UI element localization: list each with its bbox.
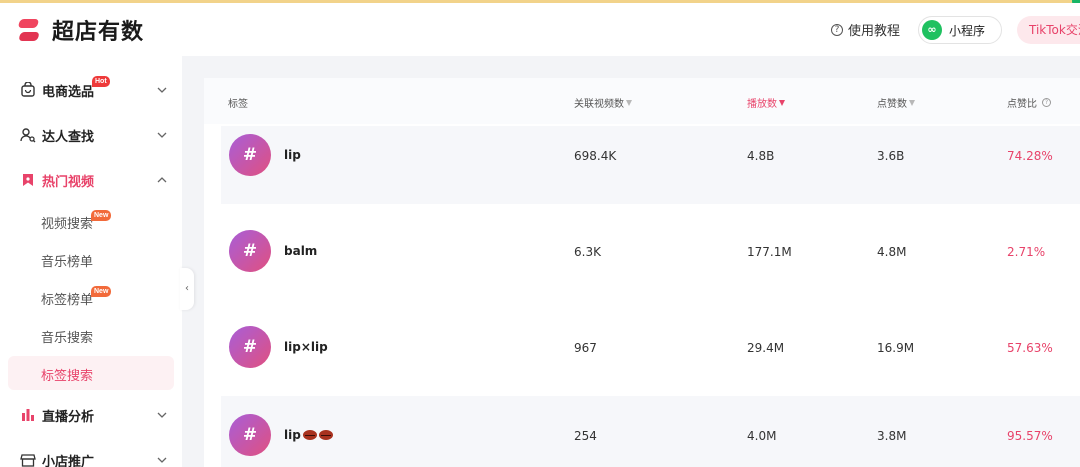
likes-value: 3.6B — [877, 149, 905, 163]
related-videos-value: 698.4K — [574, 149, 617, 163]
tutorial-label: 使用教程 — [848, 24, 901, 39]
sort-desc-icon — [626, 99, 632, 106]
column-header-related-videos[interactable]: 关联视频数 — [574, 95, 632, 110]
column-header-tag: 标签 — [228, 99, 248, 110]
sidebar: 电商选品 Hot 达人查找 热门视频 视频搜索 New 音乐榜单 标签榜单 Ne… — [0, 56, 182, 467]
tiktok-group-label: TikTok交流 — [1029, 23, 1080, 37]
sidebar-subitem-music-chart[interactable]: 音乐榜单 — [8, 242, 174, 276]
hashtag-icon: # — [229, 134, 271, 176]
related-videos-value: 254 — [574, 429, 597, 443]
tag-name[interactable]: lip — [284, 428, 333, 442]
sidebar-item-label: 直播分析 — [42, 409, 95, 425]
new-badge: New — [91, 210, 112, 221]
logo-icon — [18, 19, 39, 41]
top-header: 超店有数 ? 使用教程 ∞ 小程序 TikTok交流 — [0, 3, 1080, 56]
like-ratio-value: 95.57% — [1007, 429, 1053, 443]
sidebar-subitem-label: 标签搜索 — [41, 369, 94, 384]
sidebar-subitem-music-search[interactable]: 音乐搜索 — [8, 318, 174, 352]
hashtag-icon: # — [229, 414, 271, 456]
likes-value: 3.8M — [877, 429, 907, 443]
tutorial-link[interactable]: ? 使用教程 — [831, 20, 900, 39]
chevron-down-icon — [157, 87, 167, 93]
sidebar-subitem-tag-search[interactable]: 标签搜索 — [8, 356, 174, 390]
like-ratio-value: 74.28% — [1007, 149, 1053, 163]
plays-value: 177.1M — [747, 245, 792, 259]
chevron-down-icon — [157, 132, 167, 138]
sidebar-subitem-tag-chart[interactable]: 标签榜单 New — [8, 280, 174, 314]
sidebar-collapse-button[interactable]: ‹ — [180, 268, 194, 310]
mini-program-button[interactable]: ∞ 小程序 — [918, 16, 1002, 44]
table-row[interactable]: # lip×lip 967 29.4M 16.9M 57.63% — [221, 310, 1080, 388]
bar-chart-icon — [22, 409, 34, 421]
shopping-bag-icon — [21, 82, 35, 97]
related-videos-value: 967 — [574, 341, 597, 355]
sidebar-item-label: 小店推广 — [42, 454, 95, 467]
like-ratio-value: 57.63% — [1007, 341, 1053, 355]
logo[interactable]: 超店有数 — [18, 14, 144, 46]
column-header-likes[interactable]: 点赞数 — [877, 95, 915, 110]
sidebar-item-shop-promotion[interactable]: 小店推广 — [0, 440, 182, 467]
tag-name[interactable]: lip×lip — [284, 340, 328, 354]
table-row[interactable]: # lip 698.4K 4.8B 3.6B 74.28% — [221, 126, 1080, 204]
table-row[interactable]: # balm 6.3K 177.1M 4.8M 2.71% — [221, 214, 1080, 292]
sidebar-subitem-label: 音乐搜索 — [41, 331, 94, 346]
related-videos-value: 6.3K — [574, 245, 601, 259]
table-row[interactable]: # lip 254 4.0M 3.8M 95.57% — [221, 396, 1080, 467]
chevron-left-icon: ‹ — [185, 283, 189, 294]
tag-results-table: 标签 关联视频数 播放数 点赞数 点赞比? # lip 698.4K 4.8B … — [204, 78, 1080, 467]
chevron-up-icon — [157, 177, 167, 183]
column-header-plays[interactable]: 播放数 — [747, 95, 785, 110]
likes-value: 16.9M — [877, 341, 915, 355]
store-icon — [20, 454, 36, 467]
logo-text: 超店有数 — [52, 20, 145, 45]
chevron-down-icon — [157, 457, 167, 463]
plays-value: 4.0M — [747, 429, 777, 443]
wechat-mini-program-icon: ∞ — [922, 20, 942, 40]
sidebar-subitem-video-search[interactable]: 视频搜索 New — [8, 204, 174, 238]
lips-emoji-icon — [318, 430, 333, 440]
sort-desc-icon — [909, 99, 915, 106]
chevron-down-icon — [157, 412, 167, 418]
question-circle-icon: ? — [831, 23, 843, 36]
hashtag-icon: # — [229, 230, 271, 272]
sidebar-item-hot-videos[interactable]: 热门视频 — [0, 160, 182, 200]
plays-value: 29.4M — [747, 341, 785, 355]
plays-value: 4.8B — [747, 149, 775, 163]
sidebar-item-label: 电商选品 — [42, 84, 95, 100]
user-search-icon — [20, 128, 36, 143]
sidebar-item-label: 达人查找 — [42, 129, 95, 145]
lips-emoji-icon — [302, 430, 317, 440]
table-header: 标签 关联视频数 播放数 点赞数 点赞比? — [204, 78, 1080, 124]
likes-value: 4.8M — [877, 245, 907, 259]
sidebar-item-label: 热门视频 — [42, 174, 95, 190]
bookmark-icon — [23, 174, 33, 186]
sidebar-item-influencer-search[interactable]: 达人查找 — [0, 115, 182, 155]
tag-name[interactable]: balm — [284, 244, 317, 258]
sidebar-item-ecommerce-selection[interactable]: 电商选品 Hot — [0, 70, 182, 110]
sidebar-subitem-label: 音乐榜单 — [41, 255, 94, 270]
sidebar-item-live-analysis[interactable]: 直播分析 — [0, 395, 182, 435]
new-badge: New — [91, 286, 112, 297]
column-header-like-ratio: 点赞比? — [1007, 95, 1051, 110]
like-ratio-value: 2.71% — [1007, 245, 1046, 259]
tag-name[interactable]: lip — [284, 148, 301, 162]
sidebar-subitem-label: 标签榜单 — [41, 293, 94, 308]
hot-badge: Hot — [92, 76, 110, 87]
sidebar-subitem-label: 视频搜索 — [41, 217, 94, 232]
sort-desc-icon — [779, 99, 785, 106]
tiktok-group-button[interactable]: TikTok交流 — [1017, 16, 1080, 44]
hashtag-icon: # — [229, 326, 271, 368]
mini-program-label: 小程序 — [949, 23, 986, 38]
info-icon[interactable]: ? — [1042, 98, 1051, 107]
